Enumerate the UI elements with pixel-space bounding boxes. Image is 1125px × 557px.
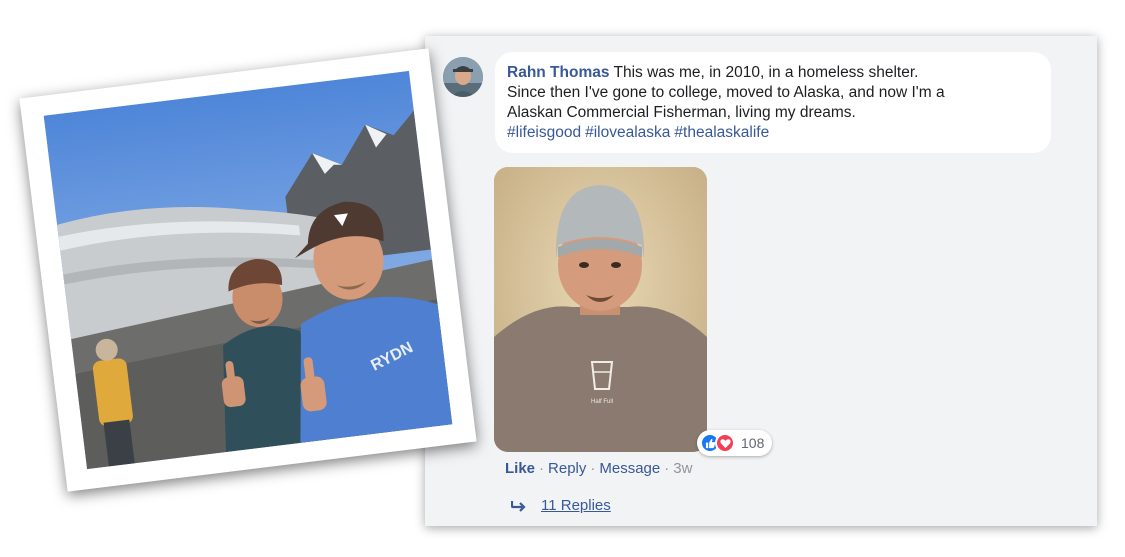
like-button[interactable]: Like	[505, 460, 535, 477]
view-replies[interactable]: 11 Replies	[511, 497, 611, 514]
polaroid-photo: RYDN	[19, 48, 477, 492]
comment-text-line: Since then I've gone to college, moved t…	[507, 84, 945, 101]
separator: ·	[664, 460, 670, 477]
comment-actions: Like · Reply · Message · 3w	[505, 460, 692, 477]
reaction-summary[interactable]: 108	[697, 430, 773, 456]
separator: ·	[539, 460, 545, 477]
hashtag-link[interactable]: #thealaskalife	[674, 124, 769, 141]
replies-link[interactable]: 11 Replies	[541, 497, 611, 514]
separator: ·	[590, 460, 596, 477]
comment-photo[interactable]: Half Full	[494, 167, 707, 452]
glacier-photo: RYDN	[43, 70, 453, 470]
comment-text-line: This was me, in 2010, in a homeless shel…	[613, 64, 919, 81]
message-button[interactable]: Message	[599, 460, 660, 477]
timestamp[interactable]: 3w	[673, 460, 692, 477]
hashtags: #lifeisgood #ilovealaska #thealaskalife	[507, 123, 1037, 143]
hashtag-link[interactable]: #lifeisgood	[507, 124, 581, 141]
reply-arrow-icon	[511, 500, 527, 512]
shirt-text: Half Full	[591, 399, 613, 405]
comment-text-line: Alaskan Commercial Fisherman, living my …	[507, 104, 856, 121]
reply-button[interactable]: Reply	[548, 460, 586, 477]
love-icon	[715, 433, 735, 453]
avatar[interactable]	[443, 57, 483, 97]
reaction-count: 108	[741, 435, 765, 451]
comment-bubble: Rahn Thomas This was me, in 2010, in a ho…	[495, 52, 1051, 153]
hashtag-link[interactable]: #ilovealaska	[585, 124, 670, 141]
author-name[interactable]: Rahn Thomas	[507, 64, 609, 81]
comment-card: Rahn Thomas This was me, in 2010, in a ho…	[425, 36, 1097, 526]
